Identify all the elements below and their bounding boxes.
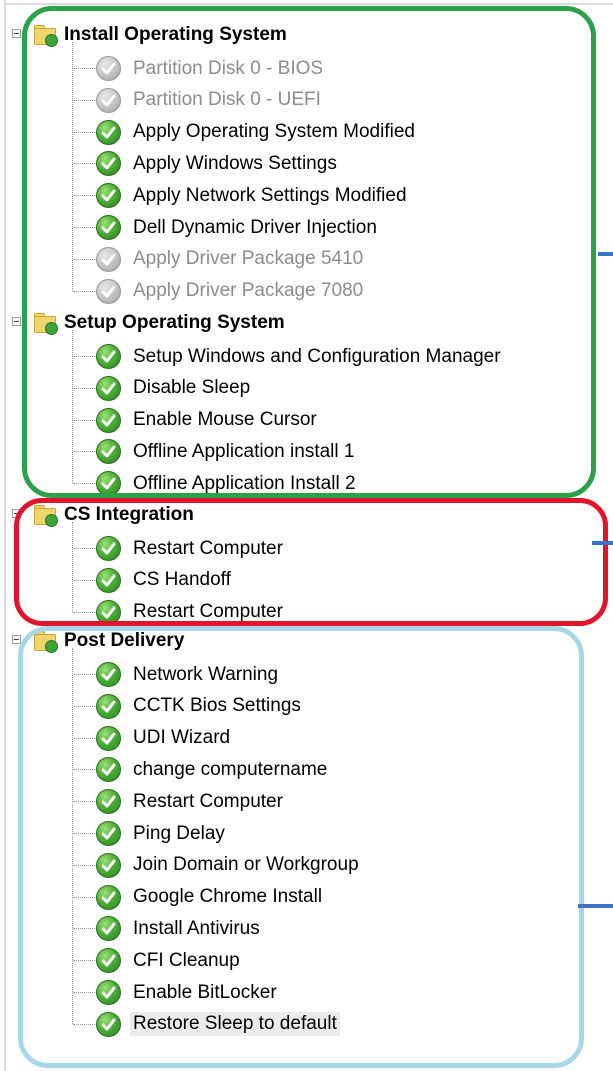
collapse-icon[interactable] [12, 635, 21, 644]
post-delivery-pointer [578, 904, 613, 908]
install-setup-pointer [598, 252, 613, 256]
install-setup-highlight [22, 6, 596, 498]
collapse-icon[interactable] [12, 29, 21, 38]
cs-integration-highlight [14, 498, 608, 626]
post-delivery-highlight [18, 626, 584, 1068]
cs-integration-pointer [592, 541, 613, 545]
collapse-icon[interactable] [12, 317, 21, 326]
